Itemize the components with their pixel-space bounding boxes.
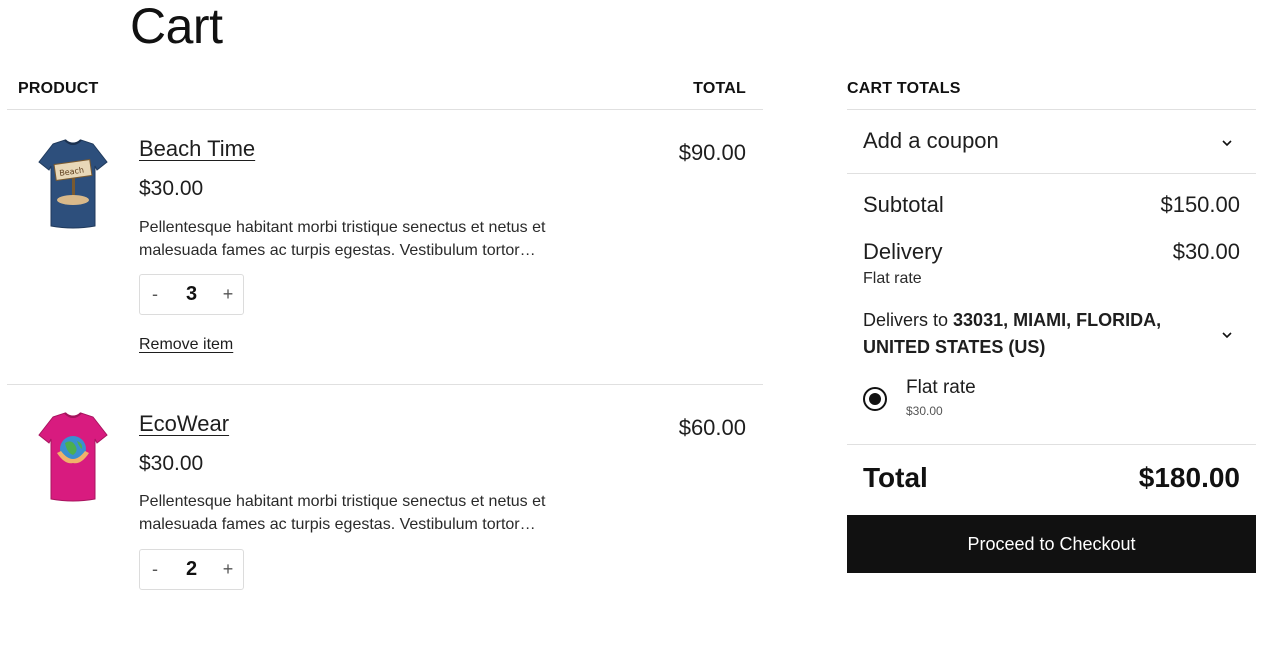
product-unit-price: $30.00	[139, 177, 204, 200]
proceed-to-checkout-button[interactable]: Proceed to Checkout	[847, 515, 1256, 573]
subtotal-value: $150.00	[1160, 192, 1240, 217]
cart-totals-panel: CART TOTALS Add a coupon Subtotal $150.0…	[847, 0, 1256, 599]
total-label: Total	[863, 462, 928, 493]
totals-divider	[847, 173, 1256, 174]
increase-quantity-button[interactable]: +	[213, 275, 243, 314]
quantity-value[interactable]: 3	[170, 275, 213, 314]
decrease-quantity-button[interactable]: -	[140, 275, 170, 314]
cart-items-table: PRODUCT TOTAL Beach Beach Time $30.00 Pe…	[7, 0, 763, 599]
increase-quantity-button[interactable]: +	[213, 550, 243, 589]
product-name-link[interactable]: EcoWear	[139, 411, 229, 437]
subtotal-label: Subtotal	[863, 192, 944, 217]
chevron-down-icon[interactable]	[1222, 330, 1232, 340]
quantity-value[interactable]: 2	[170, 550, 213, 589]
remove-item-link[interactable]: Remove item	[139, 336, 233, 354]
rate-option-label: Flat rate	[906, 377, 976, 398]
product-name-link[interactable]: Beach Time	[139, 136, 255, 162]
flat-rate-radio[interactable]	[863, 387, 887, 411]
chevron-down-icon	[1222, 138, 1232, 148]
product-image-beach-time[interactable]: Beach	[35, 136, 111, 232]
cart-item-ecowear: EcoWear $30.00 Pellentesque habitant mor…	[7, 385, 763, 655]
delivery-value: $30.00	[1172, 239, 1240, 264]
delivery-method: Flat rate	[863, 270, 922, 287]
product-image-ecowear[interactable]	[35, 409, 111, 505]
coupon-label: Add a coupon	[863, 128, 999, 153]
delivery-label: Delivery	[863, 239, 943, 264]
total-column-header: TOTAL	[693, 80, 746, 97]
product-column-header: PRODUCT	[18, 80, 99, 97]
delivers-to-prefix: Delivers to	[863, 310, 954, 330]
line-total: $60.00	[678, 415, 746, 440]
product-description: Pellentesque habitant morbi tristique se…	[139, 219, 546, 259]
line-total: $90.00	[678, 140, 746, 165]
quantity-stepper: - 3 +	[139, 274, 244, 315]
total-value: $180.00	[1138, 462, 1240, 493]
delivery-address: Delivers to 33031, MIAMI, FLORIDA, UNITE…	[863, 307, 1193, 361]
quantity-stepper: - 2 +	[139, 549, 244, 590]
cart-totals-heading: CART TOTALS	[847, 80, 961, 97]
product-description: Pellentesque habitant morbi tristique se…	[139, 493, 546, 533]
product-unit-price: $30.00	[139, 452, 204, 475]
add-coupon-toggle[interactable]: Add a coupon	[847, 110, 1256, 173]
rate-option-price: $30.00	[906, 404, 943, 418]
totals-divider	[847, 444, 1256, 445]
decrease-quantity-button[interactable]: -	[140, 550, 170, 589]
cart-item-beach-time: Beach Beach Time $30.00 Pellentesque hab…	[7, 110, 763, 380]
